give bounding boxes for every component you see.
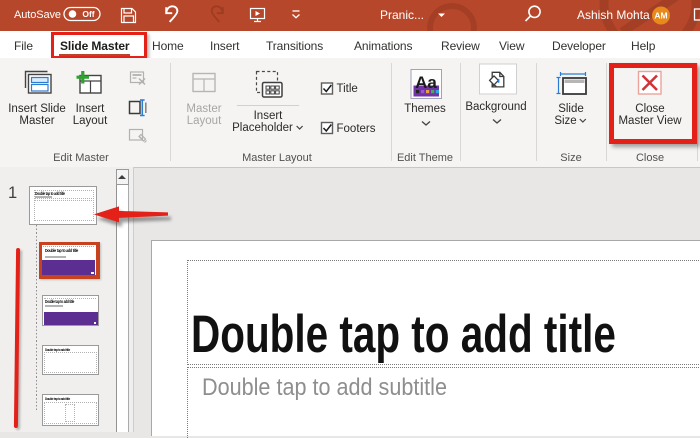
- svg-text:AM: AM: [654, 11, 667, 21]
- svg-text:Aa: Aa: [415, 73, 437, 92]
- svg-text:Off: Off: [82, 9, 94, 19]
